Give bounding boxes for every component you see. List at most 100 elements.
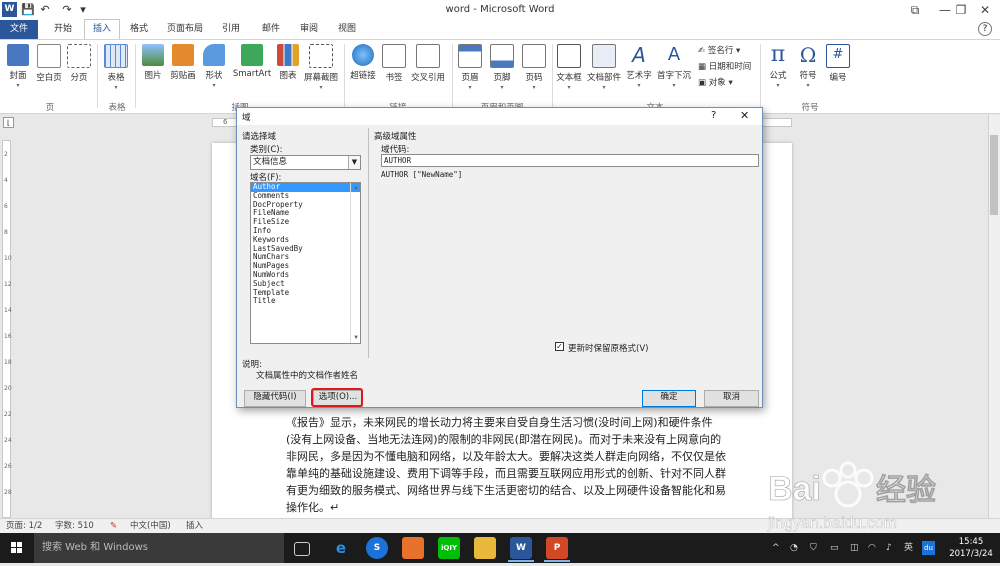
page-count[interactable]: 页面: 1/2 xyxy=(6,519,42,534)
undo-icon[interactable]: ↶ xyxy=(38,2,52,17)
word-count[interactable]: 字数: 510 xyxy=(55,519,94,534)
tab-home[interactable]: 开始 xyxy=(46,20,80,39)
chart-button[interactable]: 图表 xyxy=(276,44,300,100)
clip-art-button[interactable]: 剪贴画 xyxy=(168,44,198,100)
header-button[interactable]: 页眉 ▾ xyxy=(456,44,484,100)
network-icon[interactable]: ▭ xyxy=(830,533,839,563)
ruler-mark: 14 xyxy=(4,307,12,314)
page-break-button[interactable]: 分页 xyxy=(66,44,92,100)
help-icon[interactable]: ? xyxy=(978,22,992,36)
iqiyi-icon[interactable]: iQIY xyxy=(438,537,460,559)
chevron-down-icon[interactable]: ▼ xyxy=(348,156,360,169)
window-title: word - Microsoft Word xyxy=(445,4,555,15)
tray-icon[interactable]: ◫ xyxy=(850,533,859,563)
word-app-icon[interactable]: W xyxy=(2,2,17,17)
ribbon-display-icon[interactable]: ⧉ xyxy=(900,0,930,20)
qat-more-icon[interactable]: ▾ xyxy=(76,2,90,17)
tray-app-icon[interactable]: ◔ xyxy=(790,533,798,563)
edge-icon[interactable]: e xyxy=(330,537,352,559)
input-method-icon[interactable]: du xyxy=(922,541,935,555)
powerpoint-taskbar-icon[interactable]: P xyxy=(546,537,568,559)
field-code-input[interactable]: AUTHOR xyxy=(381,154,759,167)
cross-reference-button[interactable]: 交叉引用 xyxy=(408,44,448,100)
firefox-icon[interactable] xyxy=(402,537,424,559)
sogou-icon[interactable]: S xyxy=(366,537,388,559)
file-explorer-icon[interactable] xyxy=(474,537,496,559)
dialog-help-button[interactable]: ? xyxy=(711,110,716,121)
scroll-up-icon[interactable]: ▲ xyxy=(351,183,361,193)
taskbar-search[interactable]: 搜索 Web 和 Windows xyxy=(34,533,284,563)
windows-icon xyxy=(11,542,22,553)
wordart-button[interactable]: A 艺术字 ▾ xyxy=(624,44,654,100)
shapes-button[interactable]: 形状 ▾ xyxy=(200,44,228,100)
tab-review[interactable]: 审阅 xyxy=(294,20,324,39)
scrollbar-thumb[interactable] xyxy=(990,135,998,215)
smartart-button[interactable]: SmartArt xyxy=(230,44,274,100)
text-box-button[interactable]: 文本框 ▾ xyxy=(555,44,583,100)
cover-page-button[interactable]: 封面 ▾ xyxy=(4,44,32,100)
cancel-button[interactable]: 取消 xyxy=(704,390,759,407)
scroll-down-icon[interactable]: ▼ xyxy=(351,333,361,343)
group-label-tables: 表格 xyxy=(108,103,126,113)
field-names-list[interactable]: Author Comments DocProperty FileName FileSiz… xyxy=(250,182,361,344)
ime-indicator[interactable]: 英 xyxy=(904,533,913,563)
taskbar-clock[interactable]: 15:45 2017/3/24 xyxy=(946,536,996,560)
footer-button[interactable]: 页脚 ▾ xyxy=(488,44,516,100)
text-box-icon xyxy=(557,44,581,68)
close-button[interactable]: ✕ xyxy=(970,0,1000,20)
word-taskbar-icon[interactable]: W xyxy=(510,537,532,559)
wifi-icon[interactable]: ◠ xyxy=(868,533,876,563)
equation-button[interactable]: π 公式 ▾ xyxy=(765,44,791,100)
preserve-format-label[interactable]: 更新时保留原格式(V) xyxy=(568,342,648,354)
choose-field-label: 请选择域 xyxy=(242,132,277,142)
page-number-button[interactable]: 页码 ▾ xyxy=(520,44,548,100)
category-select[interactable]: 文档信息 ▼ xyxy=(250,155,361,170)
hide-codes-button[interactable]: 隐藏代码(I) xyxy=(244,390,306,407)
task-view-icon[interactable] xyxy=(294,542,310,556)
tab-selector[interactable]: ⌊ xyxy=(3,117,14,128)
redo-icon[interactable]: ↷ xyxy=(60,2,74,17)
quick-parts-button[interactable]: 文档部件 ▾ xyxy=(585,44,623,100)
insert-mode[interactable]: 插入 xyxy=(186,519,203,534)
baidu-jingyan-watermark: Bai 经验 jingyan.baidu.com xyxy=(767,461,936,532)
ok-button[interactable]: 确定 xyxy=(642,390,696,407)
shield-icon[interactable]: ⛉ xyxy=(810,533,817,563)
group-label-symbols: 符号 xyxy=(801,103,819,113)
tray-chevron-icon[interactable]: ^ xyxy=(772,533,780,563)
screenshot-button[interactable]: 屏幕截图 ▾ xyxy=(302,44,340,100)
vertical-ruler[interactable]: 2 4 6 8 10 12 14 16 18 20 22 24 26 28 xyxy=(2,140,12,518)
table-button[interactable]: 表格 ▾ xyxy=(102,44,130,100)
date-time-button[interactable]: ▦ 日期和时间 xyxy=(698,60,751,72)
list-scrollbar[interactable]: ▲ ▼ xyxy=(350,183,360,343)
tab-view[interactable]: 视图 xyxy=(332,20,362,39)
symbol-button[interactable]: Ω 符号 ▾ xyxy=(795,44,821,100)
document-paragraph[interactable]: 《报告》显示，未来网民的增长动力将主要来自受自身生活习惯(没时间上网)和硬件条件… xyxy=(286,414,726,516)
object-button[interactable]: ▣ 对象 ▾ xyxy=(698,76,733,88)
picture-button[interactable]: 图片 xyxy=(140,44,166,100)
number-button[interactable]: # 编号 xyxy=(825,44,851,100)
tab-insert[interactable]: 插入 xyxy=(84,19,120,40)
field-name-item[interactable]: Title xyxy=(251,297,360,306)
tab-references[interactable]: 引用 xyxy=(216,20,246,39)
drop-cap-icon: A xyxy=(667,44,681,65)
wordart-icon: A xyxy=(632,43,646,67)
dialog-close-button[interactable]: ✕ xyxy=(740,109,749,122)
signature-line-button[interactable]: ✍ 签名行 ▾ xyxy=(698,44,740,56)
proofing-icon[interactable]: ✎ xyxy=(110,519,117,534)
cross-reference-icon xyxy=(416,44,440,68)
volume-icon[interactable]: ♪ xyxy=(886,533,892,563)
bookmark-button[interactable]: 书签 xyxy=(382,44,406,100)
language-status[interactable]: 中文(中国) xyxy=(130,519,171,534)
smartart-icon xyxy=(241,44,263,66)
svg-text:jingyan.baidu.com: jingyan.baidu.com xyxy=(767,515,897,532)
start-button[interactable] xyxy=(0,533,34,563)
preserve-format-checkbox[interactable]: ✓ xyxy=(555,342,564,351)
blank-page-button[interactable]: 空白页 xyxy=(34,44,64,100)
tab-format[interactable]: 格式 xyxy=(124,20,154,39)
tab-file[interactable]: 文件 xyxy=(0,20,38,39)
hyperlink-button[interactable]: 超链接 xyxy=(348,44,378,100)
tab-page-layout[interactable]: 页面布局 xyxy=(160,20,210,39)
drop-cap-button[interactable]: A 首字下沉 ▾ xyxy=(656,44,692,100)
save-icon[interactable]: 💾 xyxy=(21,2,35,17)
tab-mailings[interactable]: 邮件 xyxy=(256,20,286,39)
